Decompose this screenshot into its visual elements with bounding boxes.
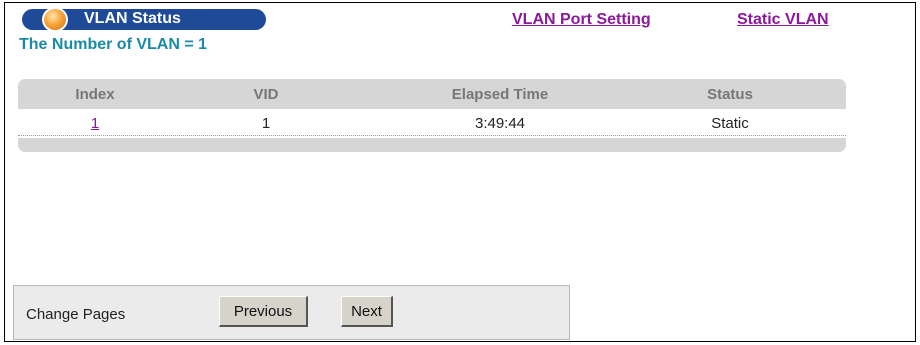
static-vlan-link[interactable]: Static VLAN bbox=[737, 11, 829, 29]
elapsed-time-cell: 3:49:44 bbox=[474, 115, 526, 132]
table-header-row: Index VID Elapsed Time Status bbox=[18, 79, 846, 109]
vlan-table: Index VID Elapsed Time Status 1 1 3:49:4… bbox=[18, 79, 846, 152]
change-pages-bar: Change Pages Previous Next bbox=[13, 285, 570, 340]
column-header-index: Index bbox=[75, 86, 115, 103]
previous-button[interactable]: Previous bbox=[219, 296, 308, 327]
column-header-status: Status bbox=[707, 86, 753, 103]
orange-orb-icon bbox=[42, 7, 68, 32]
next-button[interactable]: Next bbox=[341, 296, 393, 327]
page-title-bar: VLAN Status bbox=[22, 7, 266, 32]
vlan-count-text: The Number of VLAN = 1 bbox=[19, 36, 208, 53]
vlan-status-panel: VLAN Status The Number of VLAN = 1 VLAN … bbox=[4, 2, 916, 342]
vlan-port-setting-link[interactable]: VLAN Port Setting bbox=[512, 11, 651, 29]
status-cell: Static bbox=[711, 115, 749, 132]
column-header-vid: VID bbox=[253, 86, 279, 103]
table-footer-bar bbox=[18, 138, 846, 152]
page-title: VLAN Status bbox=[84, 10, 181, 27]
column-header-elapsed-time: Elapsed Time bbox=[451, 86, 549, 103]
change-pages-label: Change Pages bbox=[26, 306, 126, 323]
row-divider bbox=[18, 135, 846, 136]
vid-cell: 1 bbox=[261, 115, 271, 132]
vlan-index-link[interactable]: 1 bbox=[91, 115, 99, 132]
